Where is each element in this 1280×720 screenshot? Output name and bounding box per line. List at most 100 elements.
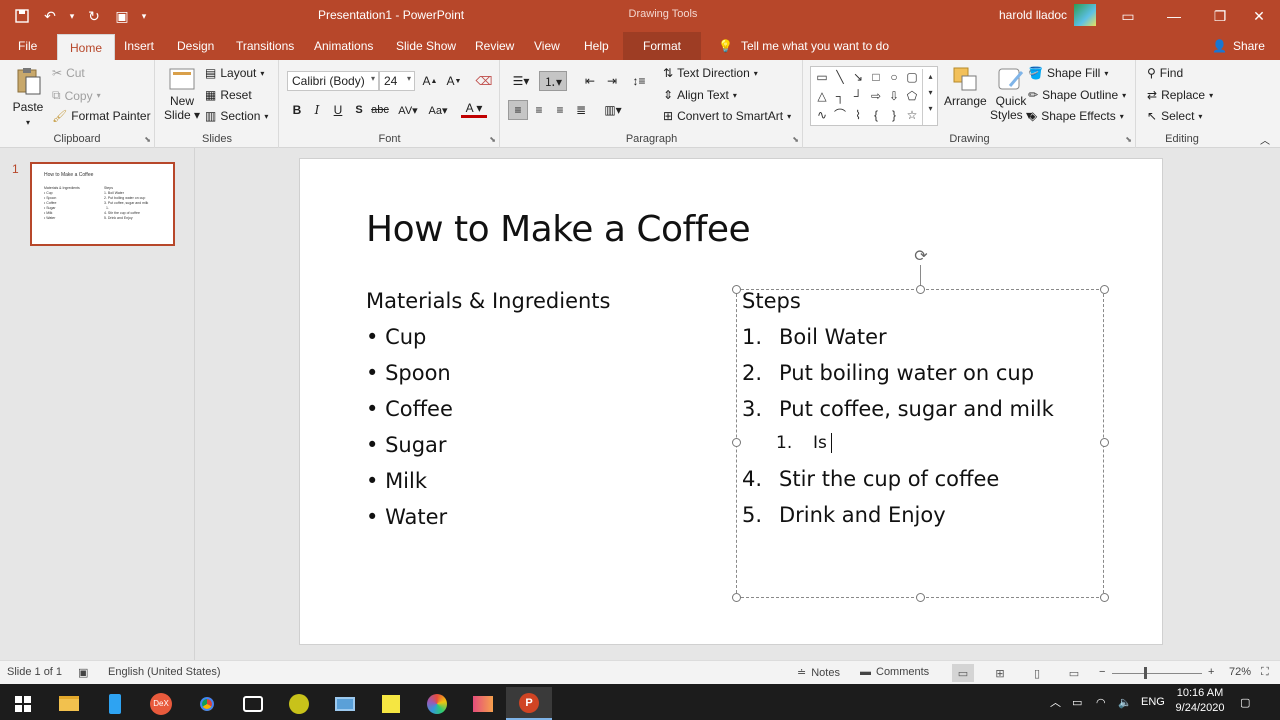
- shape-outline-button[interactable]: ✏ Shape Outline ▾: [1028, 88, 1126, 102]
- right-arrow-shape-icon[interactable]: ⇨: [868, 88, 884, 104]
- resize-handle-w[interactable]: [732, 438, 741, 447]
- notes-button[interactable]: ≐ Notes: [797, 666, 840, 680]
- shapes-more-icon[interactable]: ▴ ▾ ▾: [922, 69, 938, 125]
- align-text-button[interactable]: ⇕ Align Text ▾: [663, 88, 737, 102]
- increase-font-size-icon[interactable]: A ▲: [420, 71, 440, 91]
- freeform-shape-icon[interactable]: ⬠: [904, 88, 920, 104]
- tab-help[interactable]: Help: [584, 32, 609, 60]
- tab-transitions[interactable]: Transitions: [236, 32, 294, 60]
- drawing-launcher-icon[interactable]: ⬊: [1125, 135, 1132, 144]
- windows-start-icon[interactable]: [0, 687, 46, 720]
- close-icon[interactable]: ✕: [1236, 0, 1280, 32]
- text-shadow-icon[interactable]: S: [349, 100, 369, 120]
- powerpoint-taskbar-icon[interactable]: P: [506, 687, 552, 720]
- line-spacing-icon[interactable]: ↕≡: [625, 71, 653, 91]
- start-from-beginning-icon[interactable]: ▣: [110, 4, 134, 28]
- select-button[interactable]: ↖ Select ▾: [1147, 109, 1202, 123]
- italic-icon[interactable]: I: [307, 100, 327, 120]
- show-hidden-icons[interactable]: ︿: [1050, 684, 1061, 720]
- elbow-arrow-shape-icon[interactable]: ┘: [850, 88, 866, 104]
- slide-thumbnail[interactable]: How to Make a Coffee Materials & Ingredi…: [30, 162, 175, 246]
- fit-to-window-icon[interactable]: ⛶: [1261, 666, 1269, 679]
- clear-formatting-icon[interactable]: ⌫: [474, 71, 494, 91]
- align-left-icon[interactable]: ≡: [508, 100, 528, 120]
- resize-handle-s[interactable]: [916, 593, 925, 602]
- increase-indent-icon[interactable]: ⇥: [602, 71, 622, 91]
- resize-handle-nw[interactable]: [732, 285, 741, 294]
- clipboard-launcher-icon[interactable]: ⬊: [144, 135, 151, 144]
- zoom-level[interactable]: 72%: [1229, 666, 1251, 678]
- rounded-rectangle-shape-icon[interactable]: ▢: [904, 69, 920, 85]
- wifi-icon[interactable]: ◠: [1096, 684, 1106, 720]
- align-right-icon[interactable]: ≡: [550, 100, 570, 120]
- quick-styles-button[interactable]: Quick Styles ▾: [990, 66, 1032, 122]
- steps-placeholder[interactable]: Steps 1. Boil Water 2. Put boiling water o…: [742, 289, 1054, 539]
- strikethrough-icon[interactable]: abc: [370, 100, 390, 120]
- find-button[interactable]: ⚲ Find: [1147, 66, 1183, 80]
- rotate-handle-icon[interactable]: ⟳: [911, 247, 931, 267]
- replace-button[interactable]: ⇄ Replace ▾: [1147, 88, 1213, 102]
- scribble-shape-icon[interactable]: ⌇: [850, 107, 866, 123]
- oval-shape-icon[interactable]: ○: [886, 69, 902, 85]
- shape-fill-button[interactable]: 🪣 Shape Fill ▾: [1028, 66, 1108, 80]
- action-center-icon[interactable]: ▢: [1240, 684, 1250, 720]
- elbow-connector-shape-icon[interactable]: ┐: [832, 88, 848, 104]
- paste-button[interactable]: Paste ▾: [10, 66, 46, 127]
- arrow-shape-icon[interactable]: ↘: [850, 69, 866, 85]
- resize-handle-ne[interactable]: [1100, 285, 1109, 294]
- tab-slide-show[interactable]: Slide Show: [396, 32, 456, 60]
- tab-insert[interactable]: Insert: [124, 32, 154, 60]
- new-slide-button[interactable]: New Slide ▾: [164, 66, 200, 122]
- star-shape-icon[interactable]: ☆: [904, 107, 920, 123]
- down-arrow-shape-icon[interactable]: ⇩: [886, 88, 902, 104]
- undo-dropdown-icon[interactable]: ▾: [66, 4, 78, 28]
- slide-title[interactable]: How to Make a Coffee: [366, 209, 751, 250]
- character-spacing-icon[interactable]: AV▾: [394, 100, 422, 120]
- layout-button[interactable]: ▤ Layout ▾: [205, 66, 264, 80]
- customize-qat-icon[interactable]: ▾: [138, 4, 150, 28]
- font-launcher-icon[interactable]: ⬊: [489, 135, 496, 144]
- convert-smartart-button[interactable]: ⊞ Convert to SmartArt ▾: [663, 109, 791, 123]
- tell-me-box[interactable]: 💡 Tell me what you want to do: [718, 32, 889, 60]
- resize-handle-se[interactable]: [1100, 593, 1109, 602]
- tab-file[interactable]: File: [18, 32, 37, 60]
- redo-icon[interactable]: ↻: [82, 4, 106, 28]
- chrome-icon[interactable]: [184, 687, 230, 720]
- app-icon-yellow[interactable]: [276, 687, 322, 720]
- justify-icon[interactable]: ≣: [571, 100, 591, 120]
- font-size-select[interactable]: 24 ▾: [379, 71, 415, 91]
- input-language[interactable]: ENG: [1141, 684, 1165, 720]
- tab-animations[interactable]: Animations: [314, 32, 373, 60]
- spelling-icon[interactable]: ▣: [78, 666, 88, 679]
- slide-show-icon[interactable]: ▭: [1063, 664, 1085, 682]
- textbox-shape-icon[interactable]: ▭: [814, 69, 830, 85]
- decrease-font-size-icon[interactable]: A ▼: [444, 71, 464, 91]
- columns-icon[interactable]: ▥▾: [599, 100, 627, 120]
- change-case-icon[interactable]: Aa▾: [424, 100, 452, 120]
- numbering-icon[interactable]: ⒈▾: [539, 71, 567, 91]
- bullets-icon[interactable]: ☰▾: [508, 71, 534, 91]
- zoom-slider-thumb[interactable]: [1144, 667, 1147, 679]
- rectangle-shape-icon[interactable]: □: [868, 69, 884, 85]
- underline-icon[interactable]: U: [328, 100, 348, 120]
- normal-view-icon[interactable]: ▭: [952, 664, 974, 682]
- system-clock[interactable]: 10:16 AM 9/24/2020: [1172, 686, 1228, 716]
- curved-connector-shape-icon[interactable]: ⌒: [832, 107, 848, 123]
- copy-button[interactable]: ⧉ Copy ▾: [52, 88, 101, 103]
- reader-app-icon[interactable]: [230, 687, 276, 720]
- undo-icon[interactable]: ↶: [38, 4, 62, 28]
- ribbon-display-options-icon[interactable]: ▭: [1105, 0, 1151, 32]
- collapse-ribbon-icon[interactable]: ︿: [1260, 132, 1270, 147]
- comments-button[interactable]: ▬ Comments: [860, 666, 929, 678]
- zoom-slider-track[interactable]: [1112, 673, 1202, 674]
- shape-effects-button[interactable]: ◈ Shape Effects ▾: [1028, 109, 1124, 123]
- avatar[interactable]: [1074, 4, 1096, 26]
- minimize-icon[interactable]: —: [1151, 0, 1197, 32]
- share-button[interactable]: 👤 Share: [1212, 32, 1265, 60]
- align-center-icon[interactable]: ≡: [529, 100, 549, 120]
- sub-list-item[interactable]: 1. Is: [742, 433, 1054, 461]
- shapes-gallery[interactable]: ▭ ╲ ↘ □ ○ ▢ △ ┐ ┘ ⇨ ⇩ ⬠ ∿ ⌒ ⌇ { } ☆ ▴ ▾ ▾: [810, 66, 938, 126]
- left-brace-shape-icon[interactable]: {: [868, 107, 884, 123]
- battery-icon[interactable]: ▭: [1072, 684, 1082, 720]
- tab-design[interactable]: Design: [177, 32, 214, 60]
